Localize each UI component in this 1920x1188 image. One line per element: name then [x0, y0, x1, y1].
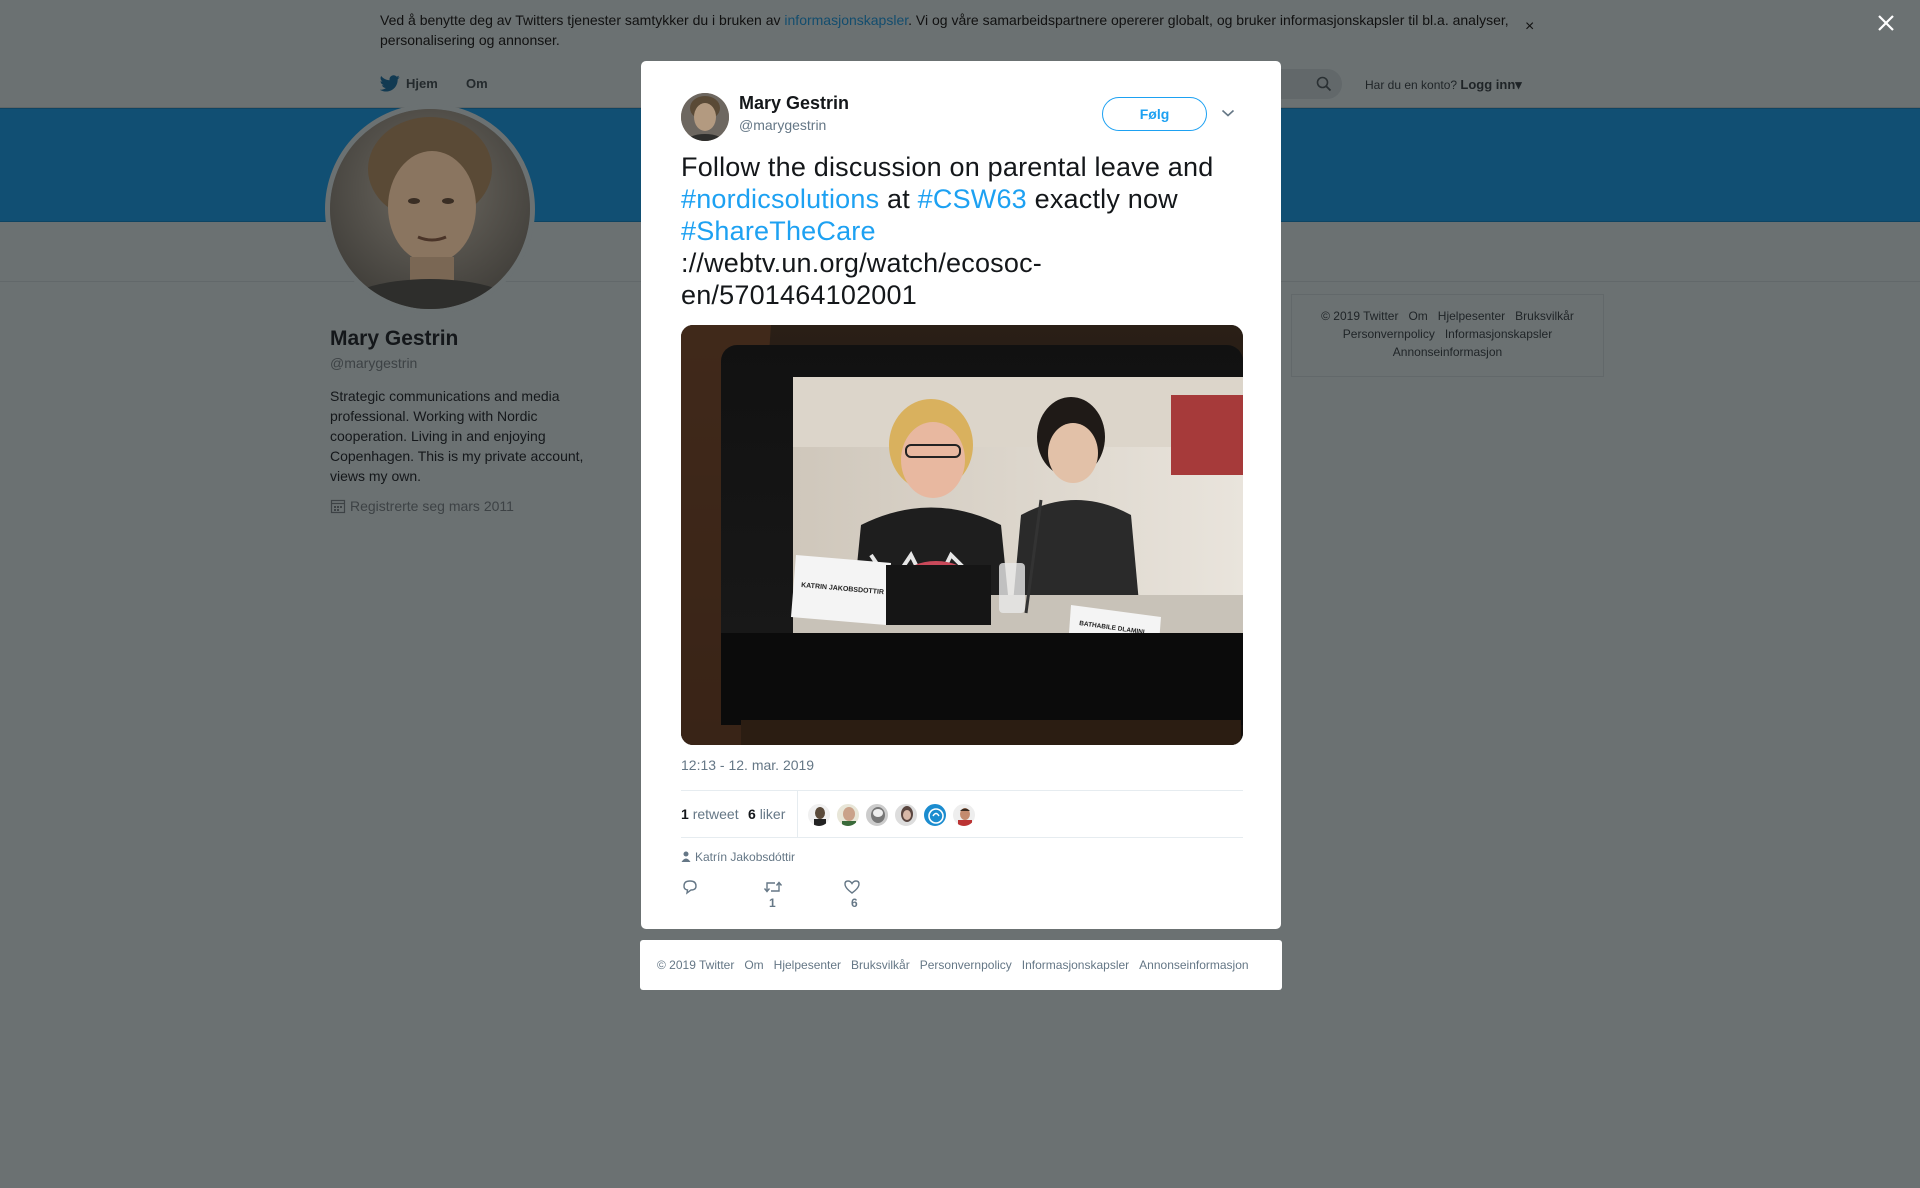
retweet-stat[interactable]: 1 retweet: [681, 806, 739, 822]
tweet-modal: Mary Gestrin @marygestrin Følg Follow th…: [641, 61, 1281, 929]
footer-link-about[interactable]: Om: [1408, 309, 1427, 323]
retweet-button[interactable]: 1: [763, 878, 783, 910]
liker-avatar[interactable]: [894, 803, 918, 827]
calendar-icon: [330, 498, 350, 514]
caret-down-icon: ▾: [1515, 77, 1522, 92]
liker-avatar[interactable]: [865, 803, 889, 827]
close-icon[interactable]: [1876, 13, 1896, 38]
author-name[interactable]: Mary Gestrin: [739, 93, 849, 114]
liker-avatar[interactable]: [836, 803, 860, 827]
cookie-text-before: Ved å benytte deg av Twitters tjenester …: [380, 12, 785, 28]
profile-handle[interactable]: @marygestrin: [330, 355, 417, 371]
heart-icon: [843, 880, 861, 895]
footer-link-cookies[interactable]: Informasjonskapsler: [1445, 327, 1552, 341]
cookie-banner: Ved å benytte deg av Twitters tjenester …: [0, 0, 1920, 61]
profile-joined: Registrerte seg mars 2011: [330, 498, 514, 514]
retweet-count: 1: [681, 806, 689, 822]
tweet-text: Follow the discussion on parental leave …: [681, 151, 1241, 311]
liker-avatar[interactable]: [952, 803, 976, 827]
tweet-text-part: exactly now: [1026, 184, 1178, 214]
profile-joined-text: Registrerte seg mars 2011: [350, 498, 514, 514]
retweet-icon: [763, 881, 783, 895]
footer-link-ads[interactable]: Annonseinformasjon: [1393, 345, 1502, 359]
author-handle[interactable]: @marygestrin: [739, 117, 826, 133]
hashtag-link[interactable]: #nordicsolutions: [681, 184, 879, 214]
retweet-label: retweet: [692, 806, 739, 822]
account-question: Har du en konto?: [1365, 78, 1458, 92]
footer-copyright: © 2019 Twitter: [1321, 309, 1399, 323]
like-stat[interactable]: 6 liker: [748, 806, 785, 822]
retweet-action-count: 1: [769, 896, 776, 910]
profile-bio: Strategic communications and media profe…: [330, 388, 584, 484]
footer-link-terms[interactable]: Bruksvilkår: [851, 958, 910, 972]
liker-avatar[interactable]: [807, 803, 831, 827]
profile-name[interactable]: Mary Gestrin: [330, 327, 458, 351]
nav-about-link[interactable]: Om: [466, 76, 488, 91]
hashtag-link[interactable]: #ShareTheCare: [681, 216, 876, 246]
footer-link-privacy[interactable]: Personvernpolicy: [1343, 327, 1435, 341]
liker-avatar[interactable]: [923, 803, 947, 827]
user-icon: [681, 850, 695, 864]
login-label: Logg inn: [1460, 77, 1516, 92]
footer-link-help[interactable]: Hjelpesenter: [1438, 309, 1505, 323]
tweet-timestamp[interactable]: 12:13 - 12. mar. 2019: [681, 757, 814, 773]
tagged-user-name[interactable]: Katrín Jakobsdóttir: [695, 850, 795, 864]
like-button[interactable]: 6: [843, 878, 861, 910]
tweet-stats: 1 retweet 6 liker: [681, 790, 1243, 838]
account-prompt: Har du en konto? Logg inn▾: [1365, 77, 1522, 93]
cookie-policy-link[interactable]: informasjonskapsler: [784, 12, 908, 28]
follow-button[interactable]: Følg: [1102, 97, 1207, 131]
cookie-close-button[interactable]: ×: [1525, 18, 1534, 36]
footer-copyright: © 2019 Twitter: [657, 958, 735, 972]
side-footer: © 2019 Twitter Om Hjelpesenter Bruksvilkår …: [1291, 294, 1604, 377]
twitter-bird-icon[interactable]: [379, 75, 400, 97]
tweet-media-image[interactable]: KATRIN JAKOBSDOTTIR BATHABILE DLAMINI: [681, 325, 1243, 745]
like-label: liker: [759, 806, 786, 822]
chevron-down-icon[interactable]: [1221, 105, 1235, 123]
stats-divider: [797, 791, 798, 837]
footer-link-about[interactable]: Om: [744, 958, 763, 972]
like-count: 6: [748, 806, 756, 822]
reply-icon: [681, 880, 699, 895]
tweet-text-part: Follow the discussion on parental leave …: [681, 152, 1214, 182]
footer-link-terms[interactable]: Bruksvilkår: [1515, 309, 1574, 323]
footer-link-ads[interactable]: Annonseinformasjon: [1139, 958, 1248, 972]
search-icon[interactable]: [1316, 76, 1332, 97]
cookie-banner-text: Ved å benytte deg av Twitters tjenester …: [380, 10, 1515, 50]
reply-button[interactable]: [681, 878, 699, 896]
nav-home-link[interactable]: Hjem: [406, 76, 438, 91]
footer-link-help[interactable]: Hjelpesenter: [774, 958, 841, 972]
hashtag-link[interactable]: #CSW63: [918, 184, 1027, 214]
profile-avatar[interactable]: [325, 104, 535, 314]
footer-link-privacy[interactable]: Personvernpolicy: [920, 958, 1012, 972]
modal-footer: © 2019 Twitter Om Hjelpesenter Bruksvilkår P…: [640, 940, 1282, 990]
author-avatar[interactable]: [681, 93, 729, 141]
tagged-user[interactable]: Katrín Jakobsdóttir: [681, 850, 795, 864]
like-action-count: 6: [851, 896, 858, 910]
footer-link-cookies[interactable]: Informasjonskapsler: [1022, 958, 1129, 972]
tweet-url-text: ://webtv.un.org/watch/ecosoc-en/57014641…: [681, 248, 1042, 310]
login-dropdown[interactable]: Logg inn▾: [1460, 77, 1521, 92]
tweet-text-part: at: [879, 184, 918, 214]
